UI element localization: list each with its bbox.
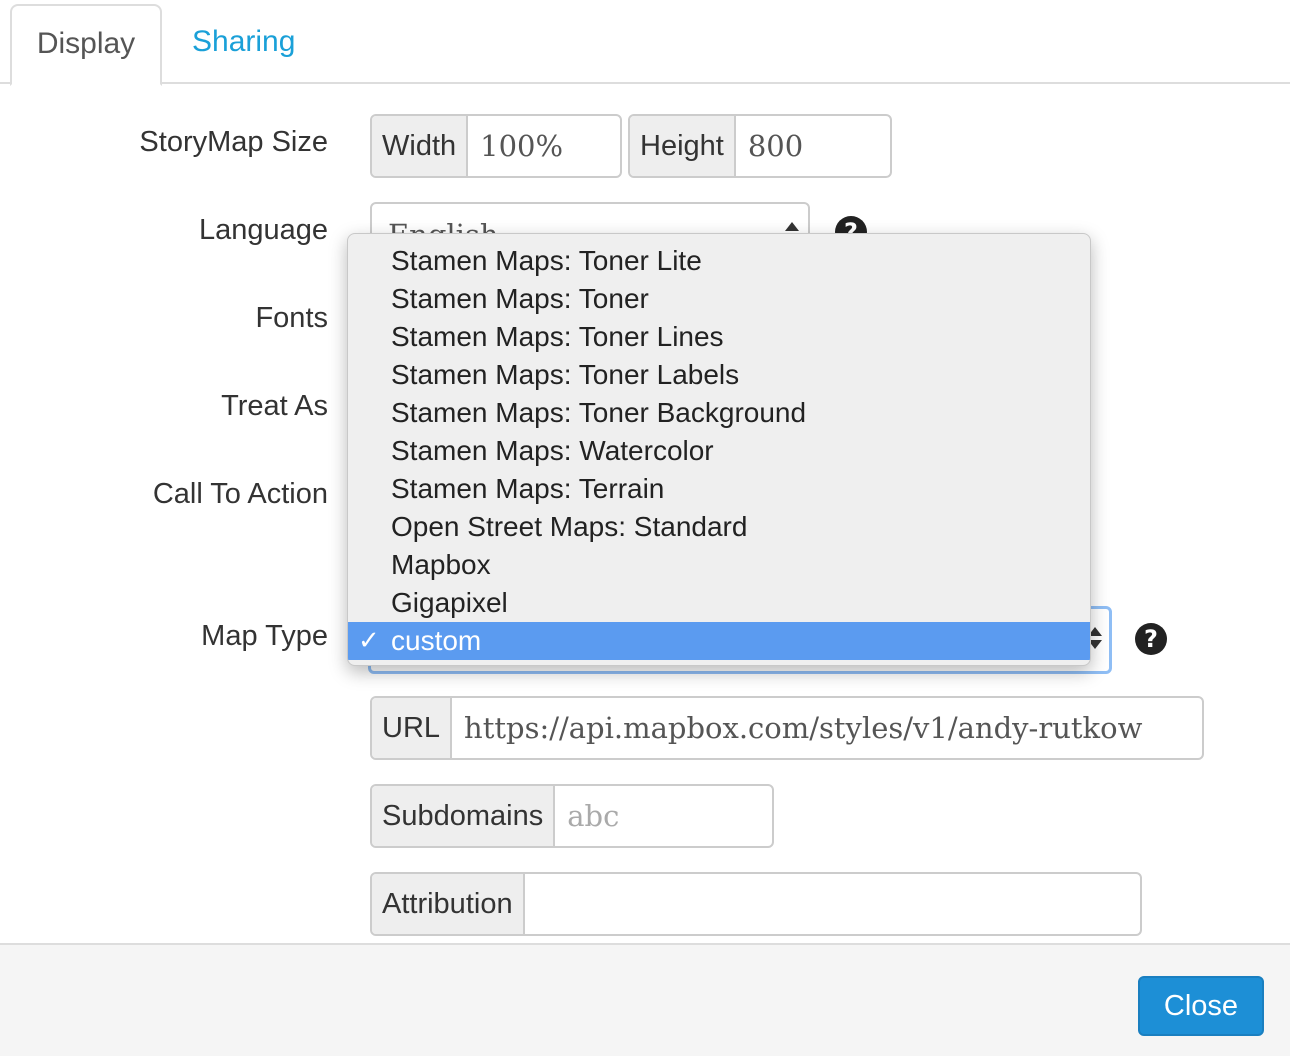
map-type-option[interactable]: Stamen Maps: Toner Lite [348,242,1090,280]
attribution-addon: Attribution [372,874,525,934]
attribution-input-group: Attribution [370,872,1142,936]
storymap-size-label: StoryMap Size [139,126,328,158]
language-label: Language [198,214,328,246]
map-type-option[interactable]: Gigapixel [348,584,1090,622]
tab-sharing[interactable]: Sharing [168,4,319,84]
tab-display[interactable]: Display [10,4,162,86]
height-input[interactable]: 800 [736,116,890,176]
map-type-label: Map Type [201,620,328,652]
checkmark-icon: ✓ [358,626,380,656]
url-input[interactable]: https://api.mapbox.com/styles/v1/andy-ru… [452,698,1202,758]
call-to-action-label: Call To Action [152,478,328,510]
map-type-option[interactable]: Stamen Maps: Toner Labels [348,356,1090,394]
map-type-option[interactable]: Open Street Maps: Standard [348,508,1090,546]
map-type-option[interactable]: Mapbox [348,546,1090,584]
map-type-option[interactable]: Stamen Maps: Watercolor [348,432,1090,470]
map-type-option[interactable]: Stamen Maps: Toner Lines [348,318,1090,356]
height-addon: Height [630,116,736,176]
width-addon: Width [372,116,469,176]
map-type-dropdown-menu: Stamen Maps: Toner Lite Stamen Maps: Ton… [347,233,1091,666]
height-input-group: Height 800 [628,114,892,178]
fonts-label: Fonts [255,302,328,334]
map-type-option[interactable]: Stamen Maps: Toner [348,280,1090,318]
map-type-option-selected[interactable]: ✓ custom [348,622,1090,660]
tab-bar: Display Sharing [0,0,1290,86]
url-addon: URL [372,698,453,758]
width-input[interactable]: 100% [468,116,620,176]
treat-as-label: Treat As [221,390,328,422]
attribution-input[interactable] [525,874,1140,934]
map-type-option[interactable]: Stamen Maps: Terrain [348,470,1090,508]
map-type-option-label: custom [391,625,482,656]
subdomains-input-group: Subdomains abc [370,784,774,848]
url-input-group: URL https://api.mapbox.com/styles/v1/and… [370,696,1204,760]
subdomains-input[interactable]: abc [555,786,772,846]
map-type-help-icon[interactable]: ? [1135,623,1167,655]
map-type-option[interactable]: Stamen Maps: Toner Background [348,394,1090,432]
subdomains-addon: Subdomains [372,786,556,846]
modal-footer [0,943,1290,1056]
close-button[interactable]: Close [1138,976,1264,1036]
width-input-group: Width 100% [370,114,622,178]
